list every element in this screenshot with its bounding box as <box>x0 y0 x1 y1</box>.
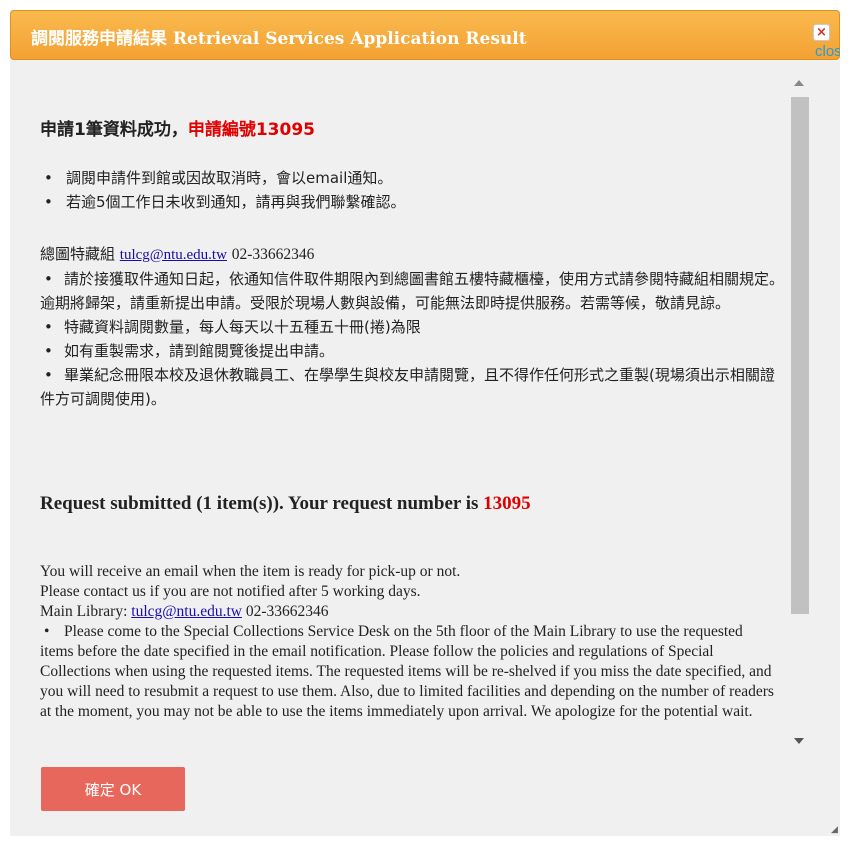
content-scrollbar[interactable] <box>788 70 810 760</box>
en-line: Please contact us if you are not notifie… <box>40 583 421 600</box>
zh-rule-text: 如有重製需求，請到館閱覽後提出申請。 <box>64 342 335 360</box>
ok-button[interactable]: 確定 OK <box>41 767 185 811</box>
zh-rule: 請於接獲取件通知日起，依通知信件取件期限內到總圖書館五樓特藏櫃檯，使用方式請參閱… <box>40 267 785 315</box>
zh-result-heading: 申請1筆資料成功，申請編號13095 <box>40 118 315 142</box>
en-contact-label: Main Library: <box>40 603 132 620</box>
zh-rule: 如有重製需求，請到館閱覽後提出申請。 <box>40 339 785 363</box>
zh-rule: 畢業紀念冊限本校及退休教職員工、在學學生與校友申請閱覽，且不得作任何形式之重製(… <box>40 363 785 411</box>
en-heading-text: Request submitted (1 item(s)). Your requ… <box>40 493 484 514</box>
close-icon[interactable]: × <box>813 24 830 41</box>
zh-contact-line: 總圖特藏組 tulcg@ntu.edu.tw 02-33662346 <box>40 242 785 267</box>
list-item: 調閱申請件到館或因故取消時，會以email通知。 <box>40 166 406 190</box>
scroll-up-arrow-icon[interactable] <box>794 80 804 86</box>
scroll-down-arrow-icon[interactable] <box>794 738 804 744</box>
dialog-titlebar[interactable]: 調閱服務申請結果 Retrieval Services Application … <box>10 10 840 60</box>
en-result-heading: Request submitted (1 item(s)). Your requ… <box>40 493 531 515</box>
en-contact-line: Main Library: tulcg@ntu.edu.tw 02-336623… <box>40 602 780 622</box>
en-info-block: You will receive an email when the item … <box>40 562 780 722</box>
en-request-number: 13095 <box>483 493 531 514</box>
zh-rule: 特藏資料調閱數量，每人每天以十五種五十冊(捲)為限 <box>40 315 785 339</box>
zh-contact-label: 總圖特藏組 <box>40 245 116 263</box>
scroll-thumb[interactable] <box>791 97 809 614</box>
dialog-title: 調閱服務申請結果 Retrieval Services Application … <box>31 29 527 49</box>
en-email-link[interactable]: tulcg@ntu.edu.tw <box>131 603 242 620</box>
close-label[interactable]: close <box>815 43 840 60</box>
result-dialog: 調閱服務申請結果 Retrieval Services Application … <box>10 10 840 836</box>
zh-phone: 02-33662346 <box>231 246 315 263</box>
close-button[interactable]: × close <box>810 20 840 60</box>
zh-rule-text: 特藏資料調閱數量，每人每天以十五種五十冊(捲)為限 <box>64 318 421 336</box>
zh-rule-text: 請於接獲取件通知日起，依通知信件取件期限內到總圖書館五樓特藏櫃檯，使用方式請參閱… <box>40 270 785 312</box>
zh-email-link[interactable]: tulcg@ntu.edu.tw <box>120 247 227 263</box>
resize-grip-icon[interactable]: ◢ <box>831 826 839 835</box>
en-phone: 02-33662346 <box>245 603 329 620</box>
en-rule: Please come to the Special Collections S… <box>40 622 780 722</box>
list-item: 若逾5個工作日未收到通知，請再與我們聯繫確認。 <box>40 190 406 214</box>
en-line: You will receive an email when the item … <box>40 563 461 580</box>
zh-rule-text: 畢業紀念冊限本校及退休教職員工、在學學生與校友申請閱覽，且不得作任何形式之重製(… <box>40 366 775 408</box>
zh-rules-block: 總圖特藏組 tulcg@ntu.edu.tw 02-33662346 請於接獲取… <box>40 242 785 411</box>
zh-notes-list: 調閱申請件到館或因故取消時，會以email通知。 若逾5個工作日未收到通知，請再… <box>40 166 406 214</box>
zh-success-text: 申請1筆資料成功， <box>40 120 188 140</box>
dialog-content[interactable]: 申請1筆資料成功，申請編號13095 調閱申請件到館或因故取消時，會以email… <box>10 70 810 760</box>
en-rule-text: Please come to the Special Collections S… <box>40 623 774 720</box>
zh-request-number: 申請編號13095 <box>187 120 315 140</box>
